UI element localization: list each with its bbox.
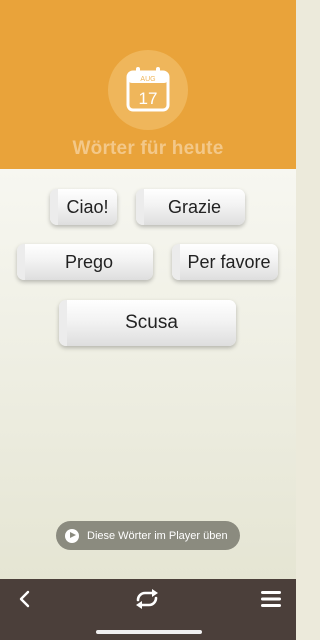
calendar-badge: AUG 17 — [108, 50, 188, 130]
calendar-day: 17 — [139, 89, 158, 108]
back-button[interactable] — [11, 585, 39, 613]
practice-in-player-label: Diese Wörter im Player üben — [87, 529, 228, 542]
word-button-ciao[interactable]: Ciao! — [50, 189, 117, 225]
calendar-month: AUG — [140, 76, 155, 83]
practice-in-player-button[interactable]: Diese Wörter im Player üben — [56, 521, 240, 550]
repeat-icon — [136, 589, 158, 609]
calendar-icon: AUG 17 — [126, 67, 170, 112]
word-button-per-favore[interactable]: Per favore — [172, 244, 278, 280]
page-title: Wörter für heute — [72, 138, 224, 159]
home-indicator — [96, 630, 202, 634]
play-icon — [65, 528, 79, 543]
word-button-grazie[interactable]: Grazie — [136, 189, 245, 225]
word-button-prego[interactable]: Prego — [17, 244, 153, 280]
hamburger-menu-icon — [261, 591, 281, 607]
word-list-area — [0, 169, 296, 579]
repeat-button[interactable] — [133, 585, 161, 613]
header: AUG 17 Wörter für heute — [0, 0, 296, 169]
menu-button[interactable] — [257, 585, 285, 613]
word-button-scusa[interactable]: Scusa — [59, 300, 236, 346]
chevron-left-icon — [19, 590, 30, 608]
